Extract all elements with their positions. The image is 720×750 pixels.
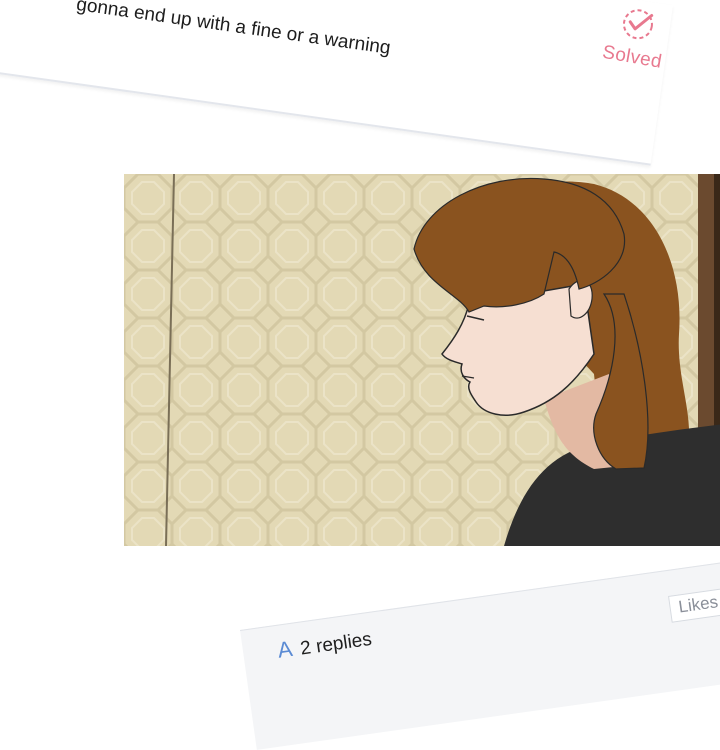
solved-label: Solved <box>600 41 664 73</box>
answer-a-icon: A <box>276 635 295 663</box>
comic-illustration <box>124 174 720 546</box>
solved-badge[interactable]: Solved <box>594 0 675 81</box>
comic-panel <box>124 174 720 546</box>
top-post-card <box>0 0 673 166</box>
